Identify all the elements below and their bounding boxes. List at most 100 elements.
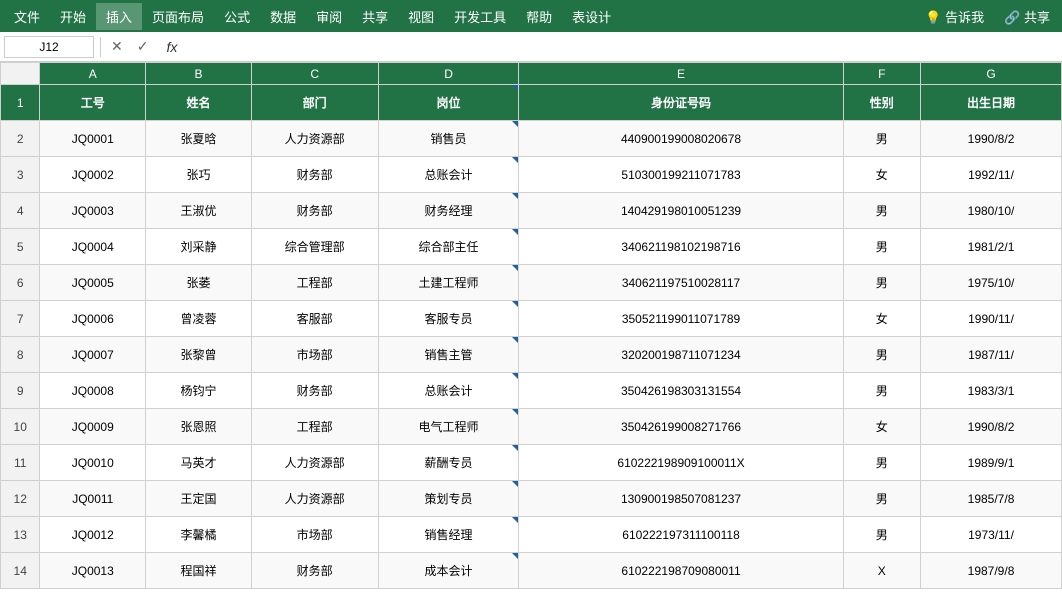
row-num-2[interactable]: 2: [1, 121, 40, 157]
cell-g5[interactable]: 1981/2/1: [921, 229, 1062, 265]
formula-input[interactable]: [187, 36, 1058, 58]
cell-f1[interactable]: 性别: [843, 85, 920, 121]
menu-share-btn[interactable]: 🔗 共享: [996, 3, 1058, 30]
cell-g8[interactable]: 1987/11/: [921, 337, 1062, 373]
fx-icon[interactable]: fx: [162, 37, 181, 57]
col-header-c[interactable]: C: [251, 63, 378, 85]
cell-b14[interactable]: 程国祥: [146, 553, 252, 589]
cell-d3[interactable]: 总账会计: [378, 157, 519, 193]
cell-a11[interactable]: JQ0010: [40, 445, 146, 481]
col-header-d[interactable]: D: [378, 63, 519, 85]
cell-f13[interactable]: 男: [843, 517, 920, 553]
cell-b5[interactable]: 刘采静: [146, 229, 252, 265]
cell-f10[interactable]: 女: [843, 409, 920, 445]
cell-d7[interactable]: 客服专员: [378, 301, 519, 337]
cell-a4[interactable]: JQ0003: [40, 193, 146, 229]
cell-f12[interactable]: 男: [843, 481, 920, 517]
menu-page-layout[interactable]: 页面布局: [142, 3, 214, 30]
cell-g14[interactable]: 1987/9/8: [921, 553, 1062, 589]
cell-f2[interactable]: 男: [843, 121, 920, 157]
cell-f9[interactable]: 男: [843, 373, 920, 409]
cell-b4[interactable]: 王淑优: [146, 193, 252, 229]
cell-b13[interactable]: 李馨橘: [146, 517, 252, 553]
cell-f4[interactable]: 男: [843, 193, 920, 229]
cell-g3[interactable]: 1992/11/: [921, 157, 1062, 193]
cell-g10[interactable]: 1990/8/2: [921, 409, 1062, 445]
cell-d1[interactable]: 岗位: [378, 85, 519, 121]
cell-a2[interactable]: JQ0001: [40, 121, 146, 157]
cell-a9[interactable]: JQ0008: [40, 373, 146, 409]
cell-f14[interactable]: X: [843, 553, 920, 589]
cell-e6[interactable]: 340621197510028117: [519, 265, 843, 301]
cell-g11[interactable]: 1989/9/1: [921, 445, 1062, 481]
cell-e4[interactable]: 140429198010051239: [519, 193, 843, 229]
cell-g13[interactable]: 1973/11/: [921, 517, 1062, 553]
cell-a7[interactable]: JQ0006: [40, 301, 146, 337]
cell-d9[interactable]: 总账会计: [378, 373, 519, 409]
cell-c5[interactable]: 综合管理部: [251, 229, 378, 265]
menu-file[interactable]: 文件: [4, 3, 50, 30]
row-num-12[interactable]: 12: [1, 481, 40, 517]
menu-view[interactable]: 视图: [398, 3, 444, 30]
cell-c4[interactable]: 财务部: [251, 193, 378, 229]
cell-d13[interactable]: 销售经理: [378, 517, 519, 553]
cell-b12[interactable]: 王定国: [146, 481, 252, 517]
row-num-13[interactable]: 13: [1, 517, 40, 553]
cell-c1[interactable]: 部门: [251, 85, 378, 121]
cell-e14[interactable]: 610222198709080011: [519, 553, 843, 589]
cell-d6[interactable]: 土建工程师: [378, 265, 519, 301]
cell-g7[interactable]: 1990/11/: [921, 301, 1062, 337]
cell-c6[interactable]: 工程部: [251, 265, 378, 301]
cell-a10[interactable]: JQ0009: [40, 409, 146, 445]
cell-g12[interactable]: 1985/7/8: [921, 481, 1062, 517]
col-header-g[interactable]: G: [921, 63, 1062, 85]
menu-home[interactable]: 开始: [50, 3, 96, 30]
cell-c9[interactable]: 财务部: [251, 373, 378, 409]
cell-f8[interactable]: 男: [843, 337, 920, 373]
cell-d4[interactable]: 财务经理: [378, 193, 519, 229]
cancel-icon[interactable]: ✕: [107, 36, 127, 57]
row-num-10[interactable]: 10: [1, 409, 40, 445]
row-num-1[interactable]: 1: [1, 85, 40, 121]
cell-f5[interactable]: 男: [843, 229, 920, 265]
cell-g4[interactable]: 1980/10/: [921, 193, 1062, 229]
cell-b11[interactable]: 马英才: [146, 445, 252, 481]
row-num-8[interactable]: 8: [1, 337, 40, 373]
cell-a8[interactable]: JQ0007: [40, 337, 146, 373]
menu-review[interactable]: 审阅: [306, 3, 352, 30]
cell-f3[interactable]: 女: [843, 157, 920, 193]
cell-c3[interactable]: 财务部: [251, 157, 378, 193]
cell-e1[interactable]: 身份证号码: [519, 85, 843, 121]
row-num-6[interactable]: 6: [1, 265, 40, 301]
cell-g2[interactable]: 1990/8/2: [921, 121, 1062, 157]
cell-b9[interactable]: 杨钧宁: [146, 373, 252, 409]
cell-c14[interactable]: 财务部: [251, 553, 378, 589]
cell-d2[interactable]: 销售员: [378, 121, 519, 157]
menu-tell-me[interactable]: 💡 告诉我: [917, 3, 992, 30]
cell-g1[interactable]: 出生日期: [921, 85, 1062, 121]
cell-d10[interactable]: 电气工程师: [378, 409, 519, 445]
cell-c8[interactable]: 市场部: [251, 337, 378, 373]
cell-c12[interactable]: 人力资源部: [251, 481, 378, 517]
cell-a6[interactable]: JQ0005: [40, 265, 146, 301]
cell-f11[interactable]: 男: [843, 445, 920, 481]
col-header-a[interactable]: A: [40, 63, 146, 85]
menu-developer[interactable]: 开发工具: [444, 3, 516, 30]
menu-formula[interactable]: 公式: [214, 3, 260, 30]
row-num-3[interactable]: 3: [1, 157, 40, 193]
cell-e13[interactable]: 610222197311100118: [519, 517, 843, 553]
col-header-f[interactable]: F: [843, 63, 920, 85]
cell-a13[interactable]: JQ0012: [40, 517, 146, 553]
row-num-9[interactable]: 9: [1, 373, 40, 409]
cell-c10[interactable]: 工程部: [251, 409, 378, 445]
row-num-4[interactable]: 4: [1, 193, 40, 229]
cell-c11[interactable]: 人力资源部: [251, 445, 378, 481]
cell-b3[interactable]: 张巧: [146, 157, 252, 193]
cell-e8[interactable]: 320200198711071234: [519, 337, 843, 373]
menu-help[interactable]: 帮助: [516, 3, 562, 30]
cell-b1[interactable]: 姓名: [146, 85, 252, 121]
menu-data[interactable]: 数据: [260, 3, 306, 30]
menu-insert[interactable]: 插入: [96, 3, 142, 30]
row-num-5[interactable]: 5: [1, 229, 40, 265]
cell-a5[interactable]: JQ0004: [40, 229, 146, 265]
